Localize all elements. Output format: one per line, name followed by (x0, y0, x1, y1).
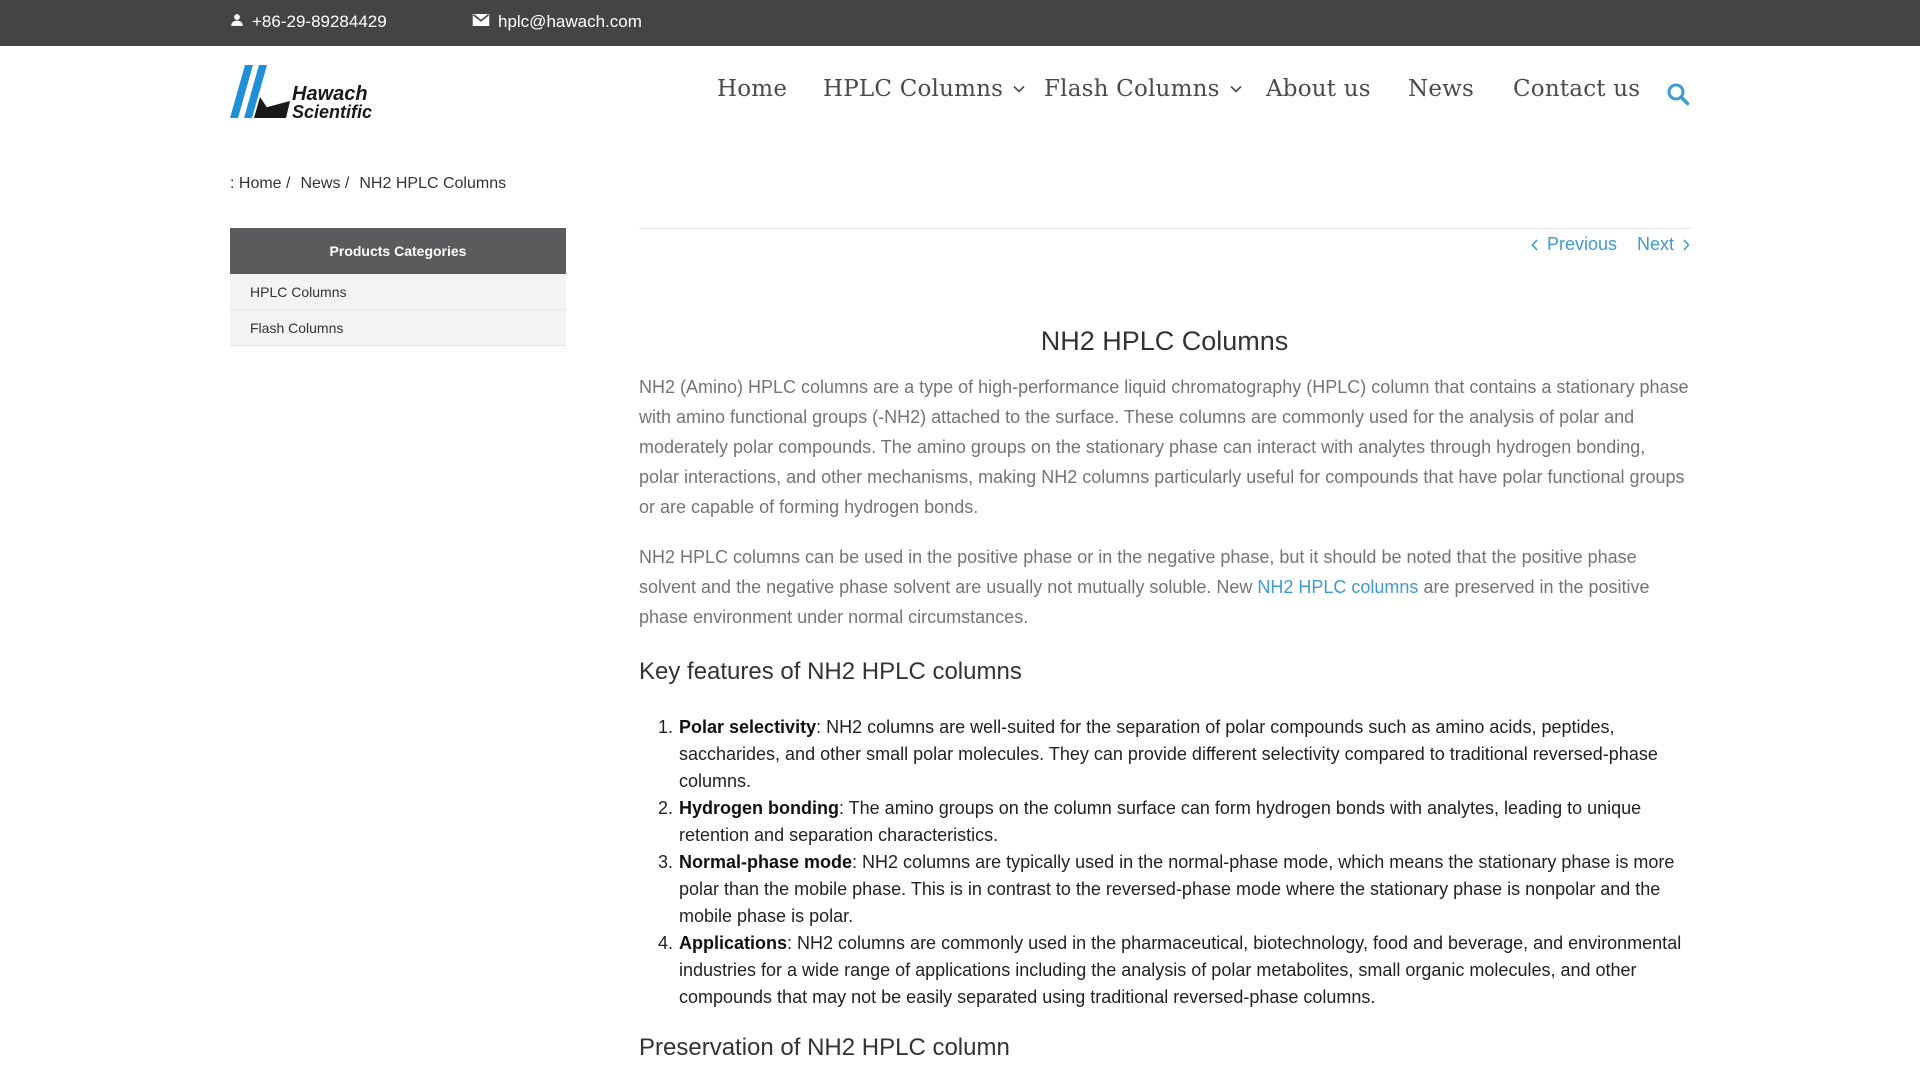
chevron-down-icon (1230, 85, 1242, 93)
article-title: NH2 HPLC Columns (1040, 326, 1289, 356)
list-item: 4. Applications: NH2 columns are commonly… (657, 933, 1682, 1007)
key-features-list: 1. Polar selectivity: NH2 columns are wel… (639, 714, 1690, 1011)
breadcrumb-home[interactable]: : Home / (230, 175, 290, 193)
nav-flash-columns[interactable]: Flash Columns (1044, 76, 1242, 102)
chevron-right-icon (1683, 238, 1690, 251)
next-link[interactable]: Next (1637, 234, 1690, 255)
post-pagination: Previous Next (1531, 234, 1690, 255)
usage-paragraph: NH2 HPLC columns can be used in the posi… (639, 547, 1650, 627)
email-contact[interactable]: hplc@hawach.com (472, 12, 642, 32)
main-navigation: Home HPLC Columns Flash Columns About us… (0, 76, 1920, 112)
mail-icon (472, 12, 490, 32)
list-item: 2. Hydrogen bonding: The amino groups on … (657, 798, 1642, 845)
key-features-heading: Key features of NH2 HPLC columns (639, 658, 1022, 685)
article-content: Previous Next NH2 HPLC Columns NH2 (Amin… (639, 228, 1690, 1061)
phone-number: +86-29-89284429 (252, 12, 387, 31)
breadcrumb-current: NH2 HPLC Columns (359, 175, 507, 192)
email-address: hplc@hawach.com (498, 12, 642, 31)
list-item: 1. Polar selectivity: NH2 columns are wel… (657, 717, 1658, 791)
divider (639, 228, 1690, 229)
phone-contact[interactable]: +86-29-89284429 (230, 12, 387, 32)
breadcrumb: : Home / News / NH2 HPLC Columns (230, 175, 506, 193)
chevron-down-icon (1013, 85, 1025, 93)
breadcrumb-news[interactable]: News / (300, 175, 349, 193)
list-item: 3. Normal-phase mode: NH2 columns are typ… (657, 852, 1675, 926)
nh2-hplc-columns-link[interactable]: NH2 HPLC columns (1257, 577, 1418, 597)
products-categories-sidebar: Products Categories HPLC Columns Flash C… (230, 228, 566, 346)
sidebar-item-hplc-columns[interactable]: HPLC Columns (230, 274, 566, 310)
preservation-heading: Preservation of NH2 HPLC column (639, 1034, 1010, 1061)
user-icon (230, 12, 244, 32)
nav-hplc-columns[interactable]: HPLC Columns (823, 76, 1025, 102)
nav-news[interactable]: News (1408, 76, 1474, 102)
sidebar-heading: Products Categories (230, 228, 566, 274)
chevron-left-icon (1531, 238, 1538, 251)
nav-about-us[interactable]: About us (1266, 76, 1371, 102)
top-contact-bar: +86-29-89284429 hplc@hawach.com (0, 0, 1920, 46)
previous-link[interactable]: Previous (1531, 234, 1617, 255)
search-icon[interactable] (1666, 82, 1690, 106)
intro-paragraph: NH2 (Amino) HPLC columns are a type of h… (639, 377, 1689, 517)
sidebar-item-flash-columns[interactable]: Flash Columns (230, 310, 566, 346)
nav-home[interactable]: Home (717, 76, 787, 102)
nav-contact-us[interactable]: Contact us (1513, 76, 1640, 102)
